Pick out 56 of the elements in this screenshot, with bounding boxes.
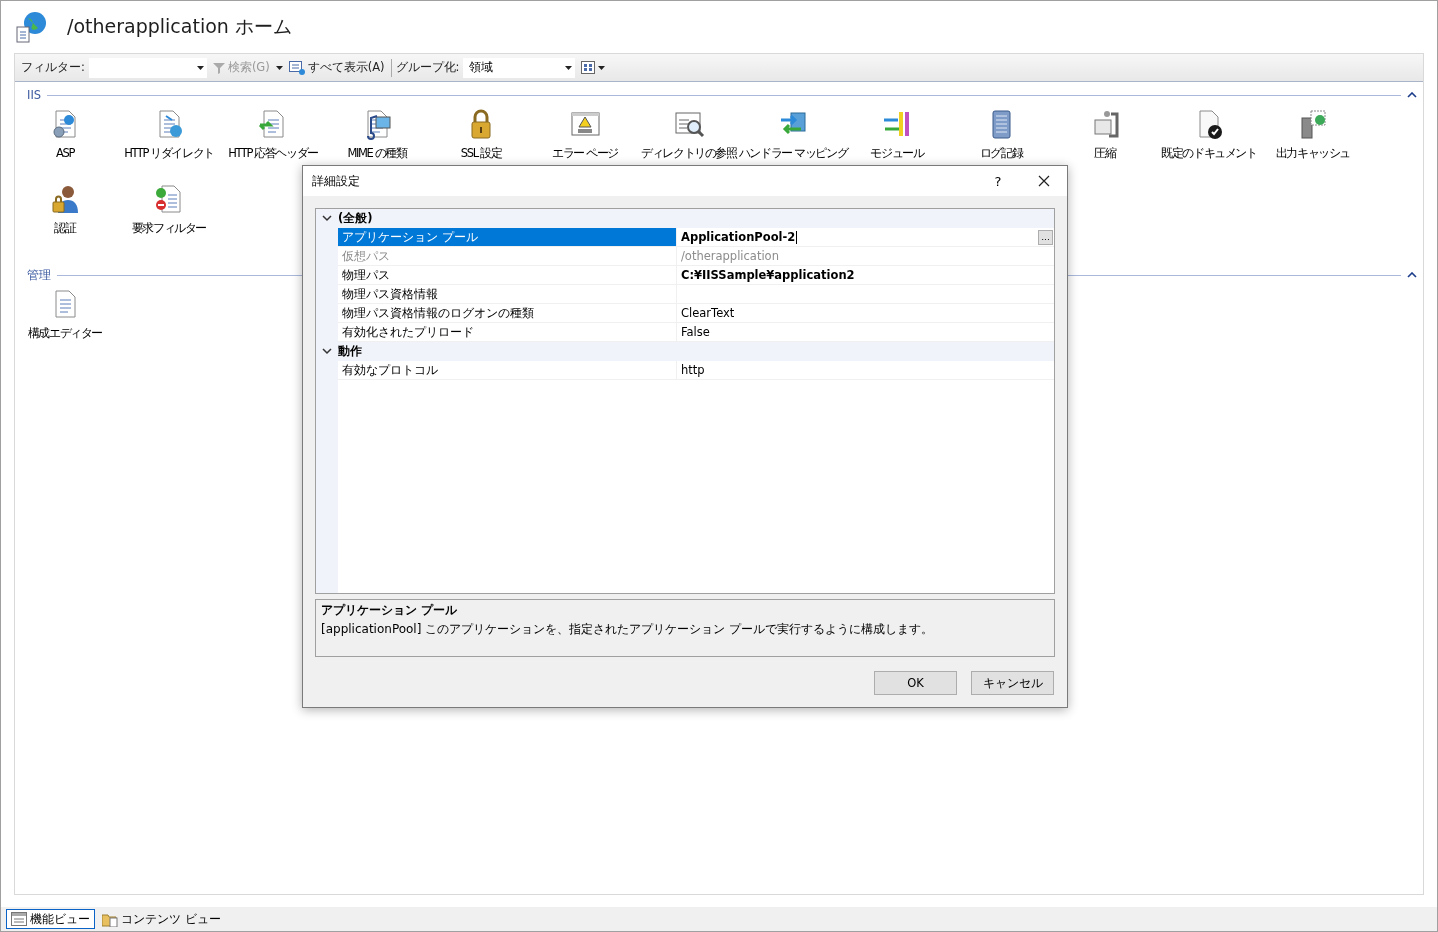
view-tab[interactable]: 機能ビュー [6,909,95,929]
property-name[interactable]: アプリケーション プール [338,228,677,247]
property-value[interactable]: False [677,325,1053,339]
view-tab[interactable]: コンテンツ ビュー [97,909,226,929]
property-name[interactable]: 物理パス資格情報のログオンの種類 [338,304,677,323]
feature-label: エラー ページ [552,146,618,161]
feature-label: HTTP 応答ヘッダー [228,146,318,161]
feature-item[interactable]: モジュール [847,108,947,177]
feature-label: SSL 設定 [460,146,502,161]
property-name[interactable]: 有効なプロトコル [338,361,677,380]
filter-label: フィルター: [21,60,85,75]
feature-label: HTTP リダイレクト [124,146,214,161]
description-text: [applicationPool] このアプリケーションを、指定されたアプリケーション プールで実行するように構成します。 [321,621,934,638]
property-name[interactable]: 有効化されたプリロード [338,323,677,342]
feature-label: 要求フィルター [131,221,207,236]
feature-label: ログ記録 [979,146,1023,161]
feature-item[interactable]: 認証 [15,183,115,252]
ok-button[interactable]: OK [874,671,957,695]
feature-item[interactable]: 要求フィルター [119,183,219,252]
group-title: IIS [27,88,42,102]
group-title: 管理 [27,267,51,283]
feature-item[interactable]: HTTP リダイレクト [119,108,219,177]
feature-label: モジュール [870,146,924,161]
feature-label: ハンドラー マッピング [738,146,848,161]
category-title: 動作 [338,344,362,359]
feature-item[interactable]: 既定のドキュメント [1159,108,1259,177]
cancel-button[interactable]: キャンセル [971,671,1054,695]
feature-label: ASP [56,146,74,160]
property-value[interactable]: http [677,363,1053,377]
feature-item[interactable]: 出力キャッシュ [1263,108,1363,177]
feature-label: 構成エディター [27,326,103,341]
dialog-title: 詳細設定 [312,173,361,189]
property-name[interactable]: 物理パス [338,266,677,285]
category-title: (全般) [338,211,373,226]
group-by-label: グループ化: [395,60,460,75]
property-value[interactable]: C:¥IISSample¥application2 [677,268,1053,282]
property-value[interactable]: ClearText [677,306,1053,320]
feature-item[interactable]: エラー ページ [535,108,635,177]
feature-label: 既定のドキュメント [1161,146,1257,161]
feature-label: 圧縮 [1094,146,1116,161]
property-value[interactable]: ApplicationPool-2 [677,230,1038,244]
feature-label: MIME の種類 [347,146,407,161]
feature-label: ディレクトリの参照 [641,146,737,161]
feature-item[interactable]: 圧縮 [1055,108,1155,177]
feature-item[interactable]: SSL 設定 [431,108,531,177]
feature-item[interactable]: 構成エディター [15,288,115,357]
group-by-dropdown[interactable]: 領域 [463,57,576,78]
description-title: アプリケーション プール [321,603,458,618]
browse-button[interactable]: ... [1038,229,1053,245]
show-all-button[interactable]: すべて表示(A) [286,60,387,75]
feature-label: 出力キャッシュ [1275,146,1351,161]
page-title: /otherapplication ホーム [67,14,292,39]
feature-item[interactable]: ASP [15,108,115,177]
property-name[interactable]: 物理パス資格情報 [338,285,677,304]
feature-label: 認証 [54,221,76,236]
feature-item[interactable]: ディレクトリの参照 [639,108,739,177]
